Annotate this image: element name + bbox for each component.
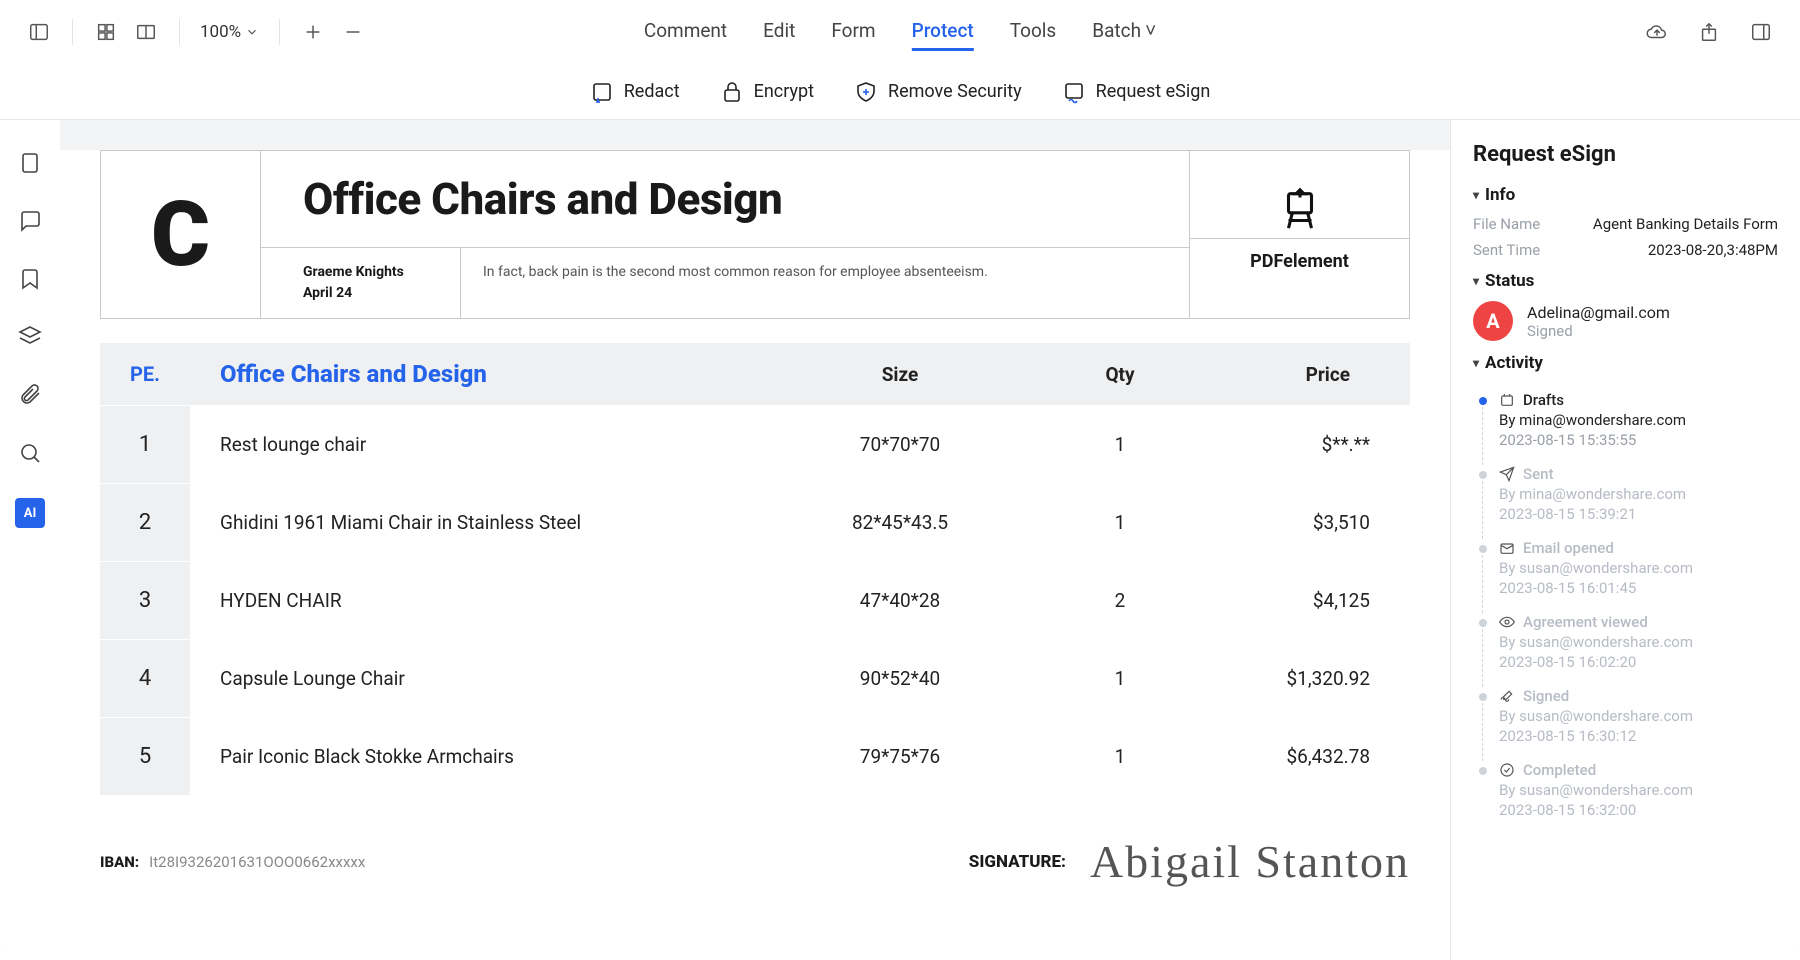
- panel-title: Request eSign: [1473, 142, 1778, 167]
- col-size: Size: [770, 363, 1030, 386]
- col-pe: PE.: [100, 362, 190, 386]
- share-icon[interactable]: [1692, 15, 1726, 49]
- comments-icon[interactable]: [17, 208, 43, 234]
- left-rail: AI: [0, 120, 60, 960]
- signer-email: Adelina@gmail.com: [1527, 303, 1670, 322]
- attachments-icon[interactable]: [17, 382, 43, 408]
- table-row: 3 HYDEN CHAIR 47*40*28 2 $4,125: [100, 561, 1410, 639]
- table-row: 5 Pair Iconic Black Stokke Armchairs 79*…: [100, 717, 1410, 795]
- col-qty: Qty: [1030, 363, 1210, 386]
- encrypt-button[interactable]: Encrypt: [720, 80, 814, 104]
- draft-icon: [1499, 392, 1515, 408]
- redact-button[interactable]: Redact: [590, 80, 680, 104]
- iban-label: IBAN:: [100, 853, 139, 871]
- items-table: PE. Office Chairs and Design Size Qty Pr…: [100, 343, 1410, 795]
- redact-label: Redact: [624, 81, 680, 102]
- doc-logo: C: [101, 151, 261, 318]
- doc-header: C Office Chairs and Design Graeme Knight…: [100, 150, 1410, 319]
- section-activity[interactable]: Activity: [1473, 353, 1778, 373]
- table-header: PE. Office Chairs and Design Size Qty Pr…: [100, 343, 1410, 405]
- doc-blurb: In fact, back pain is the second most co…: [461, 248, 1189, 318]
- search-icon[interactable]: [17, 440, 43, 466]
- bookmark-icon[interactable]: [17, 266, 43, 292]
- signature-label: SIGNATURE:: [969, 852, 1066, 872]
- sent-icon: [1499, 466, 1515, 482]
- pdf-page: C Office Chairs and Design Graeme Knight…: [60, 150, 1450, 960]
- esign-panel: Request eSign Info File NameAgent Bankin…: [1450, 120, 1800, 960]
- col-price: Price: [1210, 363, 1410, 386]
- timeline-item: Completed By susan@wondershare.com 2023-…: [1473, 753, 1778, 827]
- activity-timeline: Drafts By mina@wondershare.com 2023-08-1…: [1473, 383, 1778, 827]
- timeline-item: Sent By mina@wondershare.com 2023-08-15 …: [1473, 457, 1778, 531]
- table-row: 1 Rest lounge chair 70*70*70 1 $**.**: [100, 405, 1410, 483]
- request-esign-button[interactable]: Request eSign: [1062, 80, 1211, 104]
- zoom-in-icon[interactable]: [296, 15, 330, 49]
- timeline-item: Email opened By susan@wondershare.com 20…: [1473, 531, 1778, 605]
- signature: Abigail Stanton: [1090, 835, 1410, 888]
- timeline-item: Agreement viewed By susan@wondershare.co…: [1473, 605, 1778, 679]
- signer-state: Signed: [1527, 322, 1670, 340]
- status-signer: A Adelina@gmail.com Signed: [1473, 301, 1778, 341]
- panel-toggle-icon[interactable]: [1744, 15, 1778, 49]
- tab-tools[interactable]: Tools: [1010, 13, 1057, 51]
- avatar: A: [1473, 301, 1513, 341]
- timeline-item: Drafts By mina@wondershare.com 2023-08-1…: [1473, 383, 1778, 457]
- two-page-view-icon[interactable]: [129, 15, 163, 49]
- document-canvas[interactable]: C Office Chairs and Design Graeme Knight…: [60, 120, 1450, 960]
- section-info[interactable]: Info: [1473, 185, 1778, 205]
- iban-value: It28I9326201631OOO0662xxxxx: [149, 853, 365, 871]
- ai-button[interactable]: AI: [15, 498, 45, 528]
- doc-brand: PDFelement: [1189, 151, 1409, 318]
- grid-view-icon[interactable]: [89, 15, 123, 49]
- table-row: 4 Capsule Lounge Chair 90*52*40 1 $1,320…: [100, 639, 1410, 717]
- request-esign-label: Request eSign: [1096, 81, 1211, 102]
- divider: [279, 19, 280, 45]
- encrypt-label: Encrypt: [754, 81, 814, 102]
- main-tabs: Comment Edit Form Protect Tools Batch ˅: [644, 13, 1156, 51]
- layers-icon[interactable]: [17, 324, 43, 350]
- completed-icon: [1499, 762, 1515, 778]
- chair-icon: [1277, 186, 1323, 232]
- tab-comment[interactable]: Comment: [644, 13, 727, 51]
- zoom-out-icon[interactable]: [336, 15, 370, 49]
- remove-security-label: Remove Security: [888, 81, 1022, 102]
- thumbnails-icon[interactable]: [17, 150, 43, 176]
- divider: [179, 19, 180, 45]
- remove-security-button[interactable]: Remove Security: [854, 80, 1022, 104]
- cloud-upload-icon[interactable]: [1640, 15, 1674, 49]
- viewed-icon: [1499, 614, 1515, 630]
- tab-batch[interactable]: Batch ˅: [1092, 13, 1156, 51]
- divider: [72, 19, 73, 45]
- tab-edit[interactable]: Edit: [763, 13, 795, 51]
- tab-protect[interactable]: Protect: [912, 13, 974, 51]
- zoom-value: 100%: [200, 22, 241, 42]
- doc-author: Graeme Knights April 24: [261, 248, 461, 318]
- table-row: 2 Ghidini 1961 Miami Chair in Stainless …: [100, 483, 1410, 561]
- col-name: Office Chairs and Design: [190, 360, 770, 388]
- timeline-item: Signed By susan@wondershare.com 2023-08-…: [1473, 679, 1778, 753]
- signed-icon: [1499, 688, 1515, 704]
- sidebar-toggle-icon[interactable]: [22, 15, 56, 49]
- email-opened-icon: [1499, 540, 1515, 556]
- doc-title: Office Chairs and Design: [261, 151, 1189, 248]
- protect-toolbar: Redact Encrypt Remove Security Request e…: [0, 64, 1800, 120]
- section-status[interactable]: Status: [1473, 271, 1778, 291]
- info-filename: File NameAgent Banking Details Form: [1473, 215, 1778, 233]
- doc-footer: IBAN: It28I9326201631OOO0662xxxxx SIGNAT…: [100, 835, 1410, 888]
- zoom-select[interactable]: 100%: [196, 22, 263, 42]
- tab-form[interactable]: Form: [831, 13, 875, 51]
- chevron-down-icon: ˅: [1145, 19, 1156, 43]
- info-senttime: Sent Time2023-08-20,3:48PM: [1473, 241, 1778, 259]
